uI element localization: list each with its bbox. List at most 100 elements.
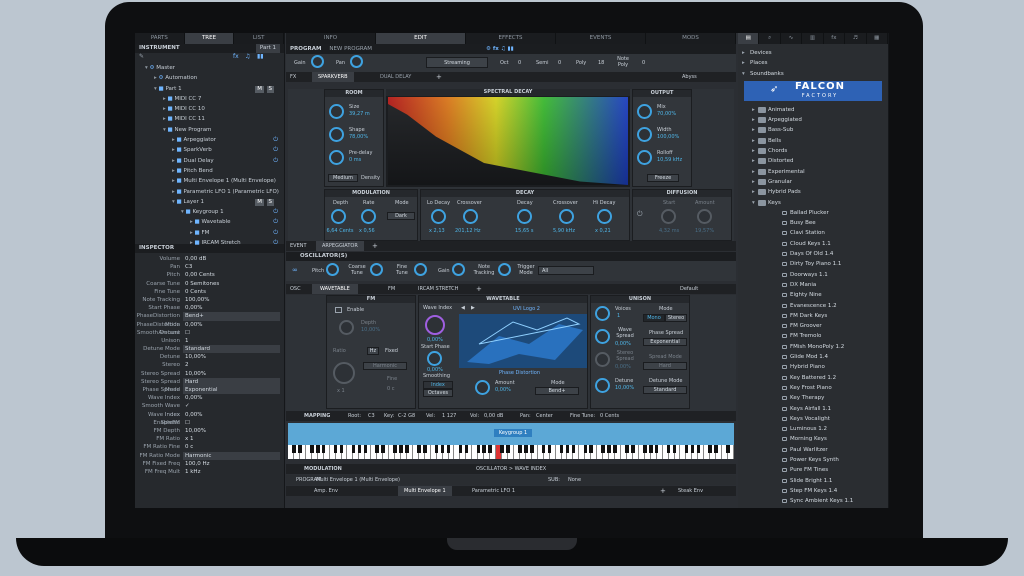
phase-spread-select[interactable]: Exponential xyxy=(643,338,687,346)
folder-expand-icon[interactable]: ▸ xyxy=(752,156,755,166)
inspector-value[interactable]: 0,00% xyxy=(183,304,284,312)
piano-black-key[interactable] xyxy=(381,445,385,453)
folder-expand-icon[interactable]: ▸ xyxy=(752,105,755,115)
piano-black-key[interactable] xyxy=(321,445,326,453)
add-fx-icon[interactable]: + xyxy=(436,73,442,81)
spread-mode-select[interactable]: Hard xyxy=(643,362,687,370)
diff-start-knob[interactable] xyxy=(661,209,676,224)
browser-folder[interactable]: ▸ Bass-Sub xyxy=(738,125,888,135)
piano-black-key[interactable] xyxy=(476,445,481,453)
wave-spread-knob[interactable] xyxy=(595,329,610,344)
piano-black-key[interactable] xyxy=(690,445,695,453)
mix-knob[interactable] xyxy=(637,104,652,119)
tab-parts[interactable]: PARTS xyxy=(135,33,185,44)
key-value[interactable]: C-2 G8 xyxy=(398,413,415,419)
piano-black-key[interactable] xyxy=(375,445,379,453)
piano-black-key[interactable] xyxy=(565,445,570,453)
piano-black-key[interactable] xyxy=(339,445,344,453)
voices-knob[interactable] xyxy=(595,306,610,321)
browser-folder[interactable]: ▸ Hybrid Pads xyxy=(738,187,888,197)
preset-file[interactable]: Slide Bright 1.1 xyxy=(738,476,888,486)
octaves-button[interactable]: Octaves xyxy=(423,389,453,397)
piano-black-key[interactable] xyxy=(708,445,712,453)
finetune-value[interactable]: 0 Cents xyxy=(600,413,619,419)
tab-events[interactable]: EVENTS xyxy=(556,33,646,44)
lo-decay-knob[interactable] xyxy=(431,209,446,224)
preset-file[interactable]: Step FM Keys 1.4 xyxy=(738,486,888,496)
tree-item[interactable]: ▸ ■ Wavetable ⏻ xyxy=(135,217,284,227)
browser-folder[interactable]: ▸ Chords xyxy=(738,146,888,156)
folder-expand-icon[interactable]: ▾ xyxy=(752,198,755,208)
predelay-knob[interactable] xyxy=(329,150,344,165)
piano-black-key[interactable] xyxy=(446,445,451,453)
inspector-value[interactable]: ✓ xyxy=(183,402,284,410)
preset-file[interactable]: Eighty Nine xyxy=(738,290,888,300)
pd-amount-knob[interactable] xyxy=(475,380,490,395)
power-icon[interactable]: ⏻ xyxy=(273,217,278,227)
tree-item[interactable]: ▸ ■ Dual Delay ⏻ xyxy=(135,156,284,166)
osc-tab-fm[interactable]: FM xyxy=(382,284,401,294)
preset-file[interactable]: Cloud Keys 1.1 xyxy=(738,239,888,249)
sub-value[interactable]: None xyxy=(568,477,581,483)
fx-icon[interactable]: fx xyxy=(233,53,239,60)
piano-black-key[interactable] xyxy=(541,445,546,453)
wavetable-display[interactable] xyxy=(459,314,587,368)
piano-black-key[interactable] xyxy=(631,445,635,453)
piano-black-key[interactable] xyxy=(726,445,730,453)
piano-black-key[interactable] xyxy=(643,445,647,453)
fx-preset[interactable]: Abyss xyxy=(682,74,697,80)
osc-pitch-knob[interactable] xyxy=(326,263,339,276)
stereo-button[interactable]: Stereo xyxy=(665,314,687,322)
mute-button[interactable]: M xyxy=(255,198,264,206)
freeze-button[interactable]: Freeze xyxy=(647,174,679,182)
piano-black-key[interactable] xyxy=(530,445,534,453)
tree-item[interactable]: ▸ ■ Multi Envelope 1 (Multi Envelope) xyxy=(135,176,284,186)
start-phase-knob[interactable] xyxy=(427,351,442,366)
preset-file[interactable]: Evanescence 1.2 xyxy=(738,301,888,311)
wave-next-icon[interactable]: ▶ xyxy=(471,305,475,311)
mod-depth-knob[interactable] xyxy=(331,209,346,224)
preset-file[interactable]: Days Of Old 1.4 xyxy=(738,249,888,259)
osc-preset[interactable]: Default xyxy=(680,286,698,292)
preset-file[interactable]: Key Frost Piano xyxy=(738,383,888,393)
add-event-icon[interactable]: + xyxy=(372,242,378,250)
piano-black-key[interactable] xyxy=(654,445,659,453)
piano-black-key[interactable] xyxy=(393,445,397,453)
add-mod-icon[interactable]: + xyxy=(660,487,666,495)
width-knob[interactable] xyxy=(637,127,652,142)
preset-file[interactable]: FMish MonoPoly 1.2 xyxy=(738,342,888,352)
fx-tab-dual-delay[interactable]: DUAL DELAY xyxy=(374,72,417,82)
part-select[interactable]: Part 1 xyxy=(255,44,280,53)
mod-rate-knob[interactable] xyxy=(361,209,376,224)
tree-item[interactable]: ▸ ■ Arpeggiator ⏻ xyxy=(135,135,284,145)
inspector-value[interactable]: 0 Semitones xyxy=(183,280,284,288)
browser-devices[interactable]: ▸ Devices xyxy=(738,48,888,58)
mapping-area[interactable]: Keygroup 1 xyxy=(288,423,734,445)
inspector-value[interactable]: C3 xyxy=(183,263,284,271)
inspector-value[interactable]: Harmonic xyxy=(183,451,280,460)
solo-button[interactable]: S xyxy=(266,85,274,93)
inspector-value[interactable]: Standard xyxy=(183,345,280,354)
osc-tab-ircam[interactable]: IRCAM STRETCH xyxy=(412,284,464,294)
preset-file[interactable]: Ballad Plucker xyxy=(738,208,888,218)
piano-black-key[interactable] xyxy=(482,445,487,453)
tab-info[interactable]: INFO xyxy=(286,33,376,44)
power-icon[interactable]: ⏻ xyxy=(273,228,278,238)
fm-enable-checkbox[interactable] xyxy=(335,307,342,313)
folder-expand-icon[interactable]: ▸ xyxy=(752,187,755,197)
preset-file[interactable]: Key Battered 1.2 xyxy=(738,373,888,383)
program-gain-knob[interactable] xyxy=(311,55,324,68)
piano-black-key[interactable] xyxy=(625,445,629,453)
tree-item[interactable]: ▸ ■ FM ⏻ xyxy=(135,228,284,238)
preset-file[interactable]: Paul Warlitzer xyxy=(738,445,888,455)
power-icon[interactable]: ⏻ xyxy=(273,145,278,155)
power-icon[interactable]: ⏻ xyxy=(273,156,278,166)
osc-trigger-select[interactable]: All xyxy=(538,266,594,275)
inspector-value[interactable]: 0,00 Cents xyxy=(183,271,284,279)
preset-file[interactable]: Morning Keys xyxy=(738,434,888,444)
inspector-value[interactable]: 1 xyxy=(183,337,284,345)
add-osc-icon[interactable]: + xyxy=(476,285,482,293)
inspector-value[interactable]: 0,00% xyxy=(183,321,284,329)
folder-expand-icon[interactable]: ▸ xyxy=(752,167,755,177)
preset-file[interactable]: Busy Bee xyxy=(738,218,888,228)
